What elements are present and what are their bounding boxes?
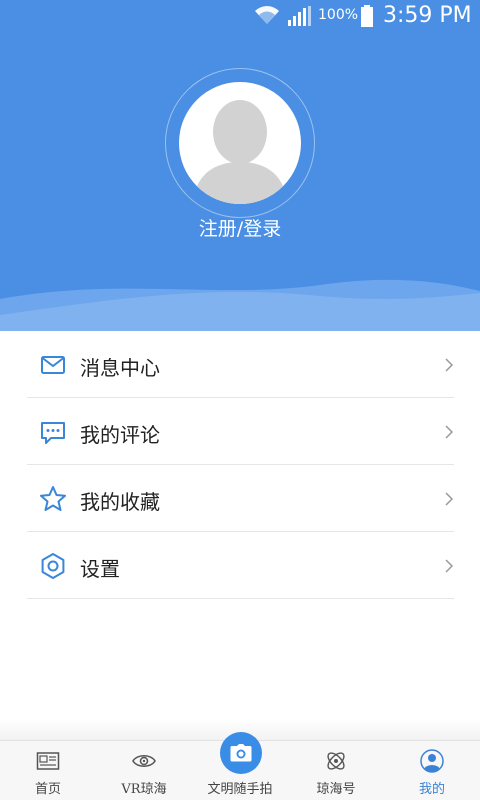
nav-item-vr[interactable]: VR琼海	[96, 741, 192, 800]
menu-item-label: 我的评论	[80, 423, 160, 447]
eye-icon	[132, 755, 156, 767]
menu-item-comments[interactable]: 我的评论	[27, 398, 454, 465]
camera-button[interactable]	[220, 732, 262, 774]
default-avatar-icon	[193, 100, 287, 204]
menu-item-favorites[interactable]: 我的收藏	[27, 465, 454, 532]
nav-label: 我的	[418, 782, 445, 797]
chevron-right-icon	[445, 425, 454, 439]
chevron-right-icon	[445, 492, 454, 506]
nav-label: VR琼海	[121, 782, 167, 797]
camera-icon	[230, 744, 252, 762]
chevron-right-icon	[445, 358, 454, 372]
user-icon	[420, 749, 444, 773]
login-register-link[interactable]: 注册/登录	[0, 214, 480, 241]
clock: 3:59 PM	[383, 3, 472, 28]
atom-icon	[327, 752, 345, 770]
mail-icon	[41, 356, 65, 374]
nav-item-home[interactable]: 首页	[0, 741, 96, 800]
menu-item-label: 设置	[80, 557, 120, 581]
battery-icon	[361, 5, 373, 27]
profile-menu: 消息中心 我的评论 我的收藏 设置	[27, 331, 454, 599]
news-icon	[36, 752, 60, 770]
settings-icon	[41, 553, 65, 579]
status-bar: 100% 3:59 PM	[0, 0, 480, 32]
wifi-icon	[255, 6, 279, 24]
menu-item-messages[interactable]: 消息中心	[27, 331, 454, 398]
nav-label: 琼海号	[316, 782, 356, 797]
nav-item-mine[interactable]: 我的	[384, 741, 480, 800]
profile-header: 100% 3:59 PM 注册/登录	[0, 0, 480, 331]
star-icon	[40, 486, 66, 511]
signal-icon	[288, 6, 311, 26]
menu-item-label: 消息中心	[80, 356, 160, 380]
nav-label: 文明随手拍	[207, 782, 273, 797]
header-wave	[0, 279, 480, 331]
avatar[interactable]	[179, 82, 301, 204]
menu-item-settings[interactable]: 设置	[27, 532, 454, 599]
nav-item-qionghai-hao[interactable]: 琼海号	[288, 741, 384, 800]
battery-percent: 100%	[318, 7, 359, 23]
menu-item-label: 我的收藏	[80, 490, 160, 514]
comment-icon	[41, 422, 65, 444]
chevron-right-icon	[445, 559, 454, 573]
nav-label: 首页	[34, 782, 61, 797]
